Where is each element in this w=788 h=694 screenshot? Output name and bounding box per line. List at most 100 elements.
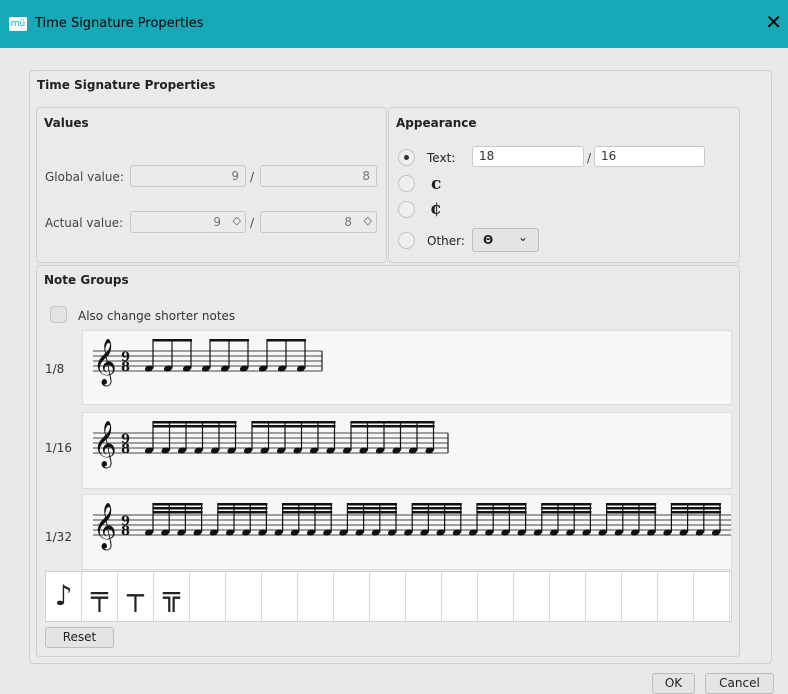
actual-numerator-value: 9: [213, 215, 221, 229]
palette-empty-cell[interactable]: [298, 572, 334, 621]
beam: [282, 507, 333, 510]
beam: [153, 425, 237, 428]
text-separator: /: [587, 151, 592, 165]
palette-empty-cell[interactable]: [262, 572, 298, 621]
text-radio[interactable]: [398, 149, 415, 166]
beam: [252, 421, 336, 424]
common-time-icon: c: [431, 174, 442, 194]
global-separator: /: [250, 170, 255, 184]
palette-empty-cell[interactable]: [442, 572, 478, 621]
beam-start-icon[interactable]: ╤: [82, 572, 118, 621]
beam: [351, 425, 435, 428]
palette-empty-cell[interactable]: [586, 572, 622, 621]
beam: [347, 511, 397, 514]
other-radio-label: Other:: [427, 234, 465, 248]
beam: [671, 511, 721, 514]
staff-svg: 𝄞 98: [93, 421, 449, 469]
note-group-staff-eighth[interactable]: 𝄞 9 8: [82, 330, 732, 405]
palette-empty-cell[interactable]: [514, 572, 550, 621]
title-bar: mü Time Signature Properties ✕: [0, 0, 788, 48]
beam: [252, 425, 336, 428]
beam-32nd-icon[interactable]: ╦: [154, 572, 190, 621]
musescore-app-icon: mü: [9, 17, 27, 31]
beam-palette: ♪ ╤ ┬ ╦: [45, 571, 732, 622]
beam: [351, 421, 435, 424]
beam: [282, 511, 333, 514]
also-change-shorter-label: Also change shorter notes: [78, 309, 236, 323]
time-signature-bottom: 8: [121, 442, 130, 457]
cut-time-radio[interactable]: [398, 201, 415, 218]
beam: [217, 507, 268, 510]
beam: [267, 339, 306, 342]
beam: [477, 511, 527, 514]
beam-middle-icon[interactable]: ┬: [118, 572, 154, 621]
note-group-staff-sixteenth[interactable]: 𝄞 9 8: [82, 412, 732, 489]
beam: [412, 507, 462, 510]
beam: [282, 503, 333, 506]
palette-empty-cell[interactable]: [190, 572, 226, 621]
beam: [477, 503, 527, 506]
chevron-down-icon: ⌄: [517, 230, 528, 244]
row-label-thirtysecond: 1/32: [45, 530, 72, 544]
other-radio[interactable]: [398, 232, 415, 249]
time-signature-bottom: 8: [121, 360, 130, 375]
close-icon[interactable]: ✕: [765, 12, 782, 32]
treble-clef-icon: 𝄞: [93, 503, 117, 551]
actual-denominator-value: 8: [344, 215, 352, 229]
also-change-shorter-checkbox[interactable]: [50, 306, 67, 323]
palette-empty-cell[interactable]: [658, 572, 694, 621]
common-time-radio[interactable]: [398, 175, 415, 192]
palette-empty-cell[interactable]: [370, 572, 406, 621]
palette-empty-cell[interactable]: [694, 572, 730, 621]
actual-numerator-spinbox[interactable]: 9 ◇: [130, 211, 246, 233]
beam: [153, 507, 203, 510]
staff-svg: 𝄞 98: [93, 339, 323, 387]
cancel-button[interactable]: Cancel: [705, 673, 774, 694]
beam: [541, 503, 592, 506]
time-signature-bottom: 8: [121, 524, 130, 539]
beam: [217, 503, 268, 506]
palette-empty-cell[interactable]: [478, 572, 514, 621]
beam: [541, 511, 592, 514]
reset-button[interactable]: Reset: [45, 627, 114, 648]
beam: [412, 511, 462, 514]
global-denominator-field: 8: [260, 165, 377, 187]
staff-svg: 𝄞 98: [93, 503, 735, 551]
row-label-eighth: 1/8: [45, 362, 65, 376]
beam: [153, 339, 192, 342]
spin-arrows-icon[interactable]: ◇: [233, 214, 241, 227]
beam: [347, 503, 397, 506]
row-label-sixteenth: 1/16: [45, 441, 72, 455]
palette-empty-cell[interactable]: [226, 572, 262, 621]
beam: [606, 507, 657, 510]
text-numerator-input[interactable]: 18: [472, 146, 584, 167]
beam: [541, 507, 592, 510]
beam: [606, 503, 657, 506]
palette-empty-cell[interactable]: [550, 572, 586, 621]
other-symbol-dropdown[interactable]: Θ ⌄: [472, 228, 539, 252]
window-title: Time Signature Properties: [35, 16, 204, 31]
beam: [153, 511, 203, 514]
text-radio-label: Text:: [427, 151, 456, 165]
beam: [671, 507, 721, 510]
beam: [477, 507, 527, 510]
note-groups-heading: Note Groups: [44, 273, 129, 287]
palette-empty-cell[interactable]: [622, 572, 658, 621]
ok-button[interactable]: OK: [652, 673, 695, 694]
global-value-label: Global value:: [45, 170, 124, 184]
palette-empty-cell[interactable]: [406, 572, 442, 621]
cut-time-icon: ¢: [430, 199, 442, 219]
palette-empty-cell[interactable]: [334, 572, 370, 621]
beam: [347, 507, 397, 510]
actual-separator: /: [250, 216, 255, 230]
beam: [153, 503, 203, 506]
actual-denominator-spinbox[interactable]: 8 ◇: [260, 211, 377, 233]
actual-value-label: Actual value:: [45, 216, 124, 230]
beam: [412, 503, 462, 506]
note-group-staff-thirtysecond[interactable]: 𝄞 9 8: [82, 494, 735, 570]
eighth-note-icon[interactable]: ♪: [46, 572, 82, 621]
spin-arrows-icon[interactable]: ◇: [364, 214, 372, 227]
text-denominator-input[interactable]: 16: [594, 146, 705, 167]
dialog-section-title: Time Signature Properties: [37, 78, 216, 92]
beam: [606, 511, 657, 514]
